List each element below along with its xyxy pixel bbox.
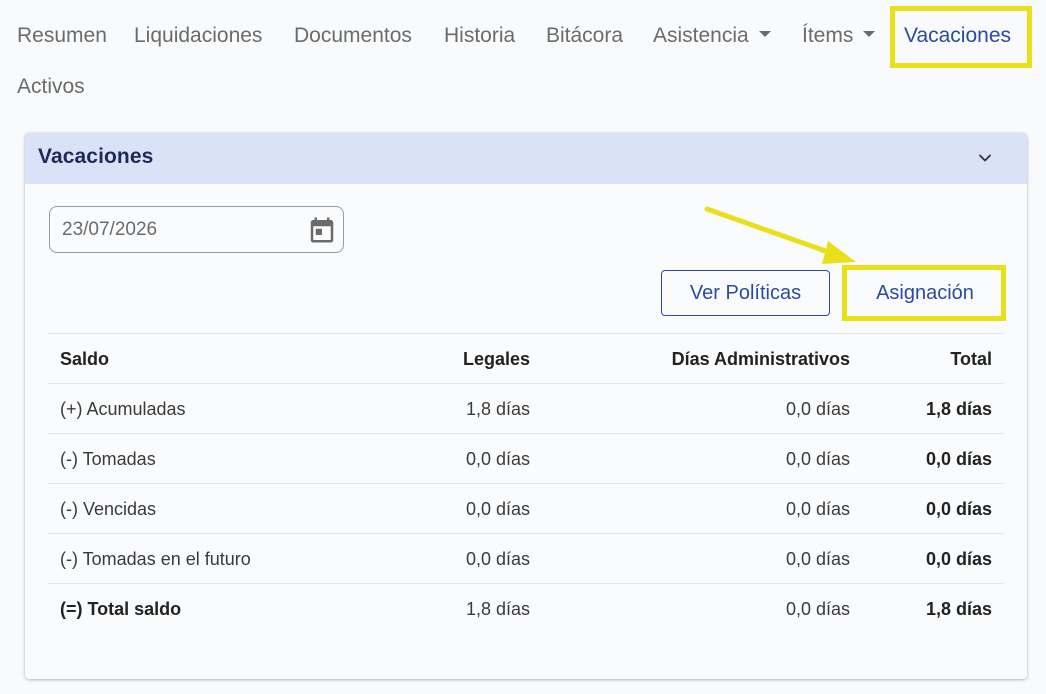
tab-historia[interactable]: Historia <box>444 21 515 51</box>
column-header: Días Administrativos <box>671 349 850 369</box>
cell-total: 0,0 días <box>925 449 992 469</box>
cell-administrativos: 0,0 días <box>785 449 850 469</box>
date-field[interactable] <box>49 206 344 253</box>
cell-administrativos: 0,0 días <box>785 399 850 419</box>
table-row: (-) Vencidas 0,0 días 0,0 días 0,0 días <box>48 483 1004 533</box>
page: Resumen Liquidaciones Documentos Histori… <box>0 0 1046 694</box>
cell-total: 1,8 días <box>925 599 992 619</box>
row-label: (-) Tomadas en el futuro <box>60 549 251 569</box>
cell-legales: 1,8 días <box>465 399 530 419</box>
table-row-total: (=) Total saldo 1,8 días 0,0 días 1,8 dí… <box>48 583 1004 633</box>
column-header: Saldo <box>60 349 110 369</box>
tab-vacaciones[interactable]: Vacaciones <box>904 21 1011 51</box>
tab-label: Asistencia <box>653 24 749 47</box>
table-row: (+) Acumuladas 1,8 días 0,0 días 1,8 día… <box>48 383 1004 433</box>
tab-activos[interactable]: Activos <box>17 72 85 102</box>
tab-label: Bitácora <box>546 24 624 47</box>
asignacion-button[interactable]: Asignación <box>847 270 1003 316</box>
ver-politicas-button[interactable]: Ver Políticas <box>661 270 830 316</box>
tab-bitacora[interactable]: Bitácora <box>546 21 623 51</box>
tab-liquidaciones[interactable]: Liquidaciones <box>134 21 262 51</box>
column-header: Legales <box>462 349 530 369</box>
cell-administrativos: 0,0 días <box>785 499 850 519</box>
caret-down-icon <box>758 31 771 38</box>
cell-total: 0,0 días <box>925 549 992 569</box>
cell-total: 1,8 días <box>925 399 992 419</box>
tab-label: Documentos <box>294 24 412 47</box>
tab-label: Ítems <box>802 24 854 47</box>
cell-legales: 0,0 días <box>465 499 530 519</box>
tab-asistencia[interactable]: Asistencia <box>653 21 771 51</box>
cell-legales: 0,0 días <box>465 449 530 469</box>
table-row: (-) Tomadas en el futuro 0,0 días 0,0 dí… <box>48 533 1004 583</box>
cell-administrativos: 0,0 días <box>785 549 850 569</box>
caret-down-icon <box>863 31 876 38</box>
tab-resumen[interactable]: Resumen <box>17 21 107 51</box>
tab-label: Vacaciones <box>904 24 1012 47</box>
table-header-row: Saldo Legales Días Administrativos Total <box>48 333 1004 383</box>
cell-legales: 0,0 días <box>465 549 530 569</box>
tab-label: Historia <box>444 24 516 47</box>
row-label: (+) Acumuladas <box>60 399 186 419</box>
date-input[interactable] <box>62 217 292 243</box>
card-title: Vacaciones <box>38 145 154 168</box>
tab-label: Resumen <box>17 24 107 47</box>
row-label: (=) Total saldo <box>60 599 182 619</box>
calendar-icon[interactable] <box>307 215 337 245</box>
tab-items[interactable]: Ítems <box>802 21 876 51</box>
vacations-card: Vacaciones Ver Políticas Asignación Sald… <box>25 133 1027 679</box>
row-label: (-) Vencidas <box>60 499 157 519</box>
tab-documentos[interactable]: Documentos <box>294 21 412 51</box>
cell-total: 0,0 días <box>925 499 992 519</box>
chevron-down-icon[interactable] <box>978 151 992 165</box>
cell-administrativos: 0,0 días <box>785 599 850 619</box>
table-row: (-) Tomadas 0,0 días 0,0 días 0,0 días <box>48 433 1004 483</box>
column-header: Total <box>950 349 992 369</box>
card-header[interactable]: Vacaciones <box>25 133 1027 184</box>
row-label: (-) Tomadas <box>60 449 156 469</box>
tab-label: Liquidaciones <box>134 24 263 47</box>
tab-label: Activos <box>17 75 85 98</box>
cell-legales: 1,8 días <box>465 599 530 619</box>
